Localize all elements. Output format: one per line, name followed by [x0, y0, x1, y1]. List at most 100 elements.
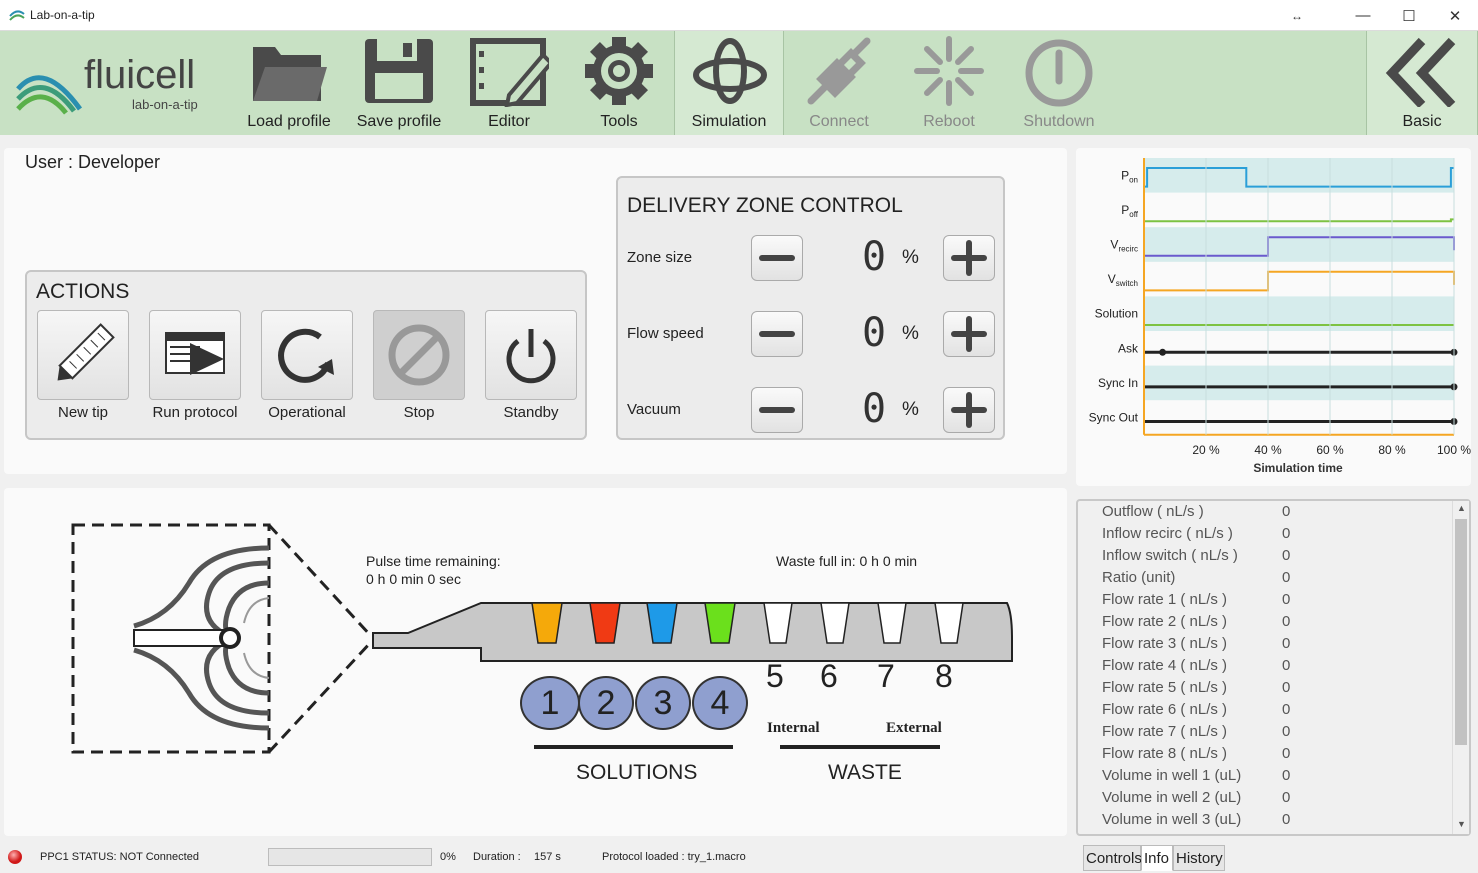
info-row: Flow rate 5 ( nL/s ) 0	[1078, 679, 1453, 701]
new-tip-action[interactable]: New tip	[27, 310, 139, 421]
flow-speed-label: Flow speed	[627, 325, 704, 342]
logo-name: fluicell	[84, 53, 196, 97]
reboot-button[interactable]: Reboot	[894, 31, 1004, 135]
solution-1[interactable]: 1	[520, 676, 580, 730]
delivery-title: DELIVERY ZONE CONTROL	[627, 194, 903, 217]
simulation-chart-panel: Pon Poff Vrecirc Vswitch Solution Ask Sync In S…	[1076, 148, 1471, 486]
info-value: 0	[1282, 635, 1291, 652]
series-label: Vrecirc	[1110, 238, 1138, 254]
simulation-button[interactable]: Simulation	[674, 31, 784, 135]
tip-visualization-panel: Pulse time remaining: 0 h 0 min 0 sec Wa…	[4, 488, 1067, 836]
maximize-button[interactable]: ☐	[1386, 0, 1432, 31]
info-value: 0	[1282, 525, 1291, 542]
progress-bar	[268, 848, 432, 866]
info-row: Flow rate 8 ( nL/s ) 0	[1078, 745, 1453, 767]
info-value: 0	[1282, 679, 1291, 696]
stop-icon	[388, 324, 450, 386]
vacuum-value: 0	[862, 386, 887, 432]
floppy-disk-icon	[365, 39, 433, 103]
info-value: 0	[1282, 789, 1291, 806]
load-profile-button[interactable]: Load profile	[234, 31, 344, 135]
new-tip-label: New tip	[57, 404, 109, 421]
minus-icon	[759, 407, 795, 413]
run-protocol-icon	[165, 332, 225, 375]
flow-speed-increase-button[interactable]	[943, 311, 995, 357]
info-row: Flow rate 3 ( nL/s ) 0	[1078, 635, 1453, 657]
scroll-down-icon[interactable]: ▼	[1457, 819, 1466, 829]
flow-speed-decrease-button[interactable]	[751, 311, 803, 357]
info-row: Volume in well 2 (uL) 0	[1078, 789, 1453, 811]
solutions-underline	[534, 745, 733, 749]
x-tick-label: 40 %	[1254, 443, 1282, 457]
zone-size-value: 0	[862, 234, 887, 280]
info-list: Outflow ( nL/s ) 0 Inflow recirc ( nL/s ) 0…	[1078, 503, 1453, 833]
minimize-button[interactable]: —	[1340, 0, 1386, 31]
stop-action[interactable]: Stop	[363, 310, 475, 421]
editor-button[interactable]: Editor	[454, 31, 564, 135]
solution-4[interactable]: 4	[692, 676, 748, 730]
info-row: Flow rate 2 ( nL/s ) 0	[1078, 613, 1453, 635]
save-profile-button[interactable]: Save profile	[344, 31, 454, 135]
solutions-title: SOLUTIONS	[576, 761, 698, 784]
info-row: Volume in well 3 (uL) 0	[1078, 811, 1453, 833]
tab-history[interactable]: History	[1173, 845, 1225, 871]
app-icon	[9, 10, 25, 21]
scroll-up-icon[interactable]: ▲	[1457, 503, 1466, 513]
x-tick-label: 60 %	[1316, 443, 1344, 457]
tools-button[interactable]: Tools	[564, 31, 674, 135]
info-value: 0	[1282, 723, 1291, 740]
run-protocol-button[interactable]	[149, 310, 241, 400]
vacuum-decrease-button[interactable]	[751, 387, 803, 433]
solution-2[interactable]: 2	[578, 676, 634, 730]
plus-icon	[951, 240, 987, 276]
info-value: 0	[1282, 613, 1291, 630]
fluicell-logo: fluicell lab-on-a-tip	[14, 49, 224, 119]
info-row: Flow rate 7 ( nL/s ) 0	[1078, 723, 1453, 745]
standby-button[interactable]	[485, 310, 577, 400]
flow-speed-unit: %	[902, 323, 919, 344]
vacuum-increase-button[interactable]	[943, 387, 995, 433]
reboot-label: Reboot	[923, 113, 975, 130]
waste-well-5	[763, 602, 793, 644]
info-key: Flow rate 1 ( nL/s )	[1102, 591, 1228, 608]
flow-speed-row: Flow speed 0 %	[618, 308, 1007, 360]
run-protocol-action[interactable]: Run protocol	[139, 310, 251, 421]
x-tick-label: 20 %	[1192, 443, 1220, 457]
info-key: Inflow switch ( nL/s )	[1102, 547, 1238, 564]
x-tick-label: 100 %	[1437, 443, 1471, 457]
plus-icon	[951, 392, 987, 428]
operational-button[interactable]	[261, 310, 353, 400]
zone-size-decrease-button[interactable]	[751, 235, 803, 281]
scrollbar-thumb[interactable]	[1455, 519, 1467, 745]
pulse-time-value: 0 h 0 min 0 sec	[366, 571, 461, 587]
stop-button[interactable]	[373, 310, 465, 400]
close-button[interactable]: ✕	[1432, 0, 1478, 31]
info-row: Ratio (unit) 0	[1078, 569, 1453, 591]
shutdown-button[interactable]: Shutdown	[1004, 31, 1114, 135]
info-row: Flow rate 6 ( nL/s ) 0	[1078, 701, 1453, 723]
info-value: 0	[1282, 701, 1291, 718]
toolbar: fluicell lab-on-a-tip Load profile Save …	[0, 31, 1478, 135]
operational-action[interactable]: Operational	[251, 310, 363, 421]
save-profile-label: Save profile	[356, 113, 442, 130]
waste-well-6	[820, 602, 850, 644]
info-key: Flow rate 3 ( nL/s )	[1102, 635, 1228, 652]
resize-icon[interactable]: ↔	[1274, 0, 1320, 31]
info-scrollbar[interactable]: ▲ ▼	[1452, 501, 1469, 834]
tools-label: Tools	[600, 113, 638, 130]
solution-well-4	[704, 602, 736, 644]
tab-controls[interactable]: Controls	[1083, 845, 1142, 871]
zone-size-increase-button[interactable]	[943, 235, 995, 281]
tab-info[interactable]: Info	[1141, 845, 1173, 871]
progress-text: 0%	[440, 851, 456, 863]
solution-3[interactable]: 3	[635, 676, 691, 730]
waste-5: 5	[766, 658, 784, 694]
shutdown-label: Shutdown	[1023, 113, 1095, 130]
new-tip-button[interactable]	[37, 310, 129, 400]
basic-button[interactable]: Basic	[1366, 31, 1478, 135]
standby-label: Standby	[503, 404, 559, 421]
standby-action[interactable]: Standby	[475, 310, 587, 421]
stop-label: Stop	[403, 404, 435, 421]
operational-label: Operational	[268, 404, 346, 421]
connect-button[interactable]: Connect	[784, 31, 894, 135]
